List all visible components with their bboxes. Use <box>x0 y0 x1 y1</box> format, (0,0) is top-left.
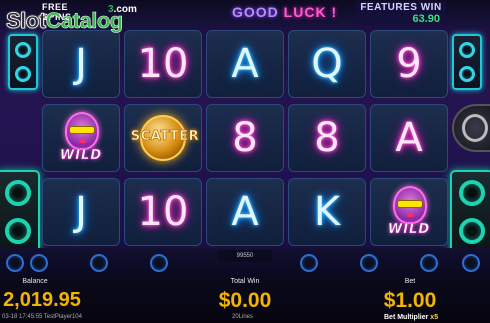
reel-cell: WILD <box>42 104 120 172</box>
speaker-right-bottom <box>450 170 490 258</box>
features-win-value: 63.90 <box>412 13 440 25</box>
speaker-right-top <box>452 34 482 90</box>
floor-light-icon <box>6 254 24 272</box>
slotcatalog-logo: SlotCatalog <box>6 8 124 34</box>
reel-cell: WILD <box>370 178 448 246</box>
good-luck-word1: GOOD <box>232 4 279 20</box>
good-luck-punct: ! <box>331 4 338 20</box>
reel-cell: 10 <box>124 30 202 98</box>
reel-symbol: J <box>75 41 87 87</box>
bet-multiplier: Bet Multiplier x5 <box>384 314 438 321</box>
bet-value[interactable]: $1.00 <box>360 289 460 313</box>
speaker-cone-icon <box>5 180 31 206</box>
reel-symbol: A <box>395 115 423 161</box>
speaker-cone-icon <box>459 218 485 244</box>
logo-badge-suffix: .com <box>113 4 137 15</box>
reel-symbol: J <box>75 189 87 235</box>
reel-cell: Q <box>288 30 366 98</box>
speaker-left-top <box>8 34 38 90</box>
reel-cell: J <box>42 30 120 98</box>
wild-symbol-label: WILD <box>387 222 431 238</box>
wild-dj-girl-icon: WILD <box>51 108 111 168</box>
scatter-disco-ball-icon: SCATTER <box>131 115 199 161</box>
reel-cell: 10 <box>124 178 202 246</box>
reel-symbol: 8 <box>232 115 258 161</box>
balance-value: 2,019.95 <box>3 289 81 311</box>
bet-multiplier-value: x5 <box>430 314 439 321</box>
reel-cell: 8 <box>206 104 284 172</box>
reel-symbol: 10 <box>137 41 189 87</box>
speaker-left-bottom <box>0 170 40 258</box>
floor-light-icon <box>420 254 438 272</box>
reel-cell: A <box>370 104 448 172</box>
wild-glasses-shape <box>397 200 423 208</box>
bet-multiplier-label: Bet Multiplier <box>384 314 429 321</box>
floor-light-icon <box>30 254 48 272</box>
reel-symbol: 9 <box>396 41 422 87</box>
speaker-cone-icon <box>459 180 485 206</box>
floor-light-icon <box>150 254 168 272</box>
speaker-cone-icon <box>459 42 475 58</box>
reel-symbol: K <box>313 189 341 235</box>
scatter-symbol-label: SCATTER <box>130 129 200 145</box>
reel-symbol: Q <box>311 41 343 87</box>
floor-light-icon <box>90 254 108 272</box>
features-win-panel: FEATURES WIN 63.90 <box>356 1 446 25</box>
reel-symbol: A <box>231 189 259 235</box>
reel-symbol: 10 <box>137 189 189 235</box>
wild-lip-shape <box>79 140 86 143</box>
reel-cell: A <box>206 30 284 98</box>
floor-light-icon <box>360 254 378 272</box>
balance-label: Balance <box>22 278 48 285</box>
total-win-value: $0.00 <box>218 289 272 312</box>
total-win-label: Total Win <box>230 278 260 285</box>
speaker-cone-icon <box>15 42 31 58</box>
speaker-cone-icon <box>5 218 31 244</box>
reel-cell: J <box>42 178 120 246</box>
reel-cell: K <box>288 178 366 246</box>
reel-cell: 8 <box>288 104 366 172</box>
wild-dj-girl-icon: WILD <box>379 182 439 242</box>
good-luck-banner: GOOD LUCK ! <box>232 4 337 20</box>
speaker-cone-icon <box>459 66 475 82</box>
reel-cell: 9 <box>370 30 448 98</box>
wild-glasses-shape <box>69 126 95 134</box>
reel-cell: A <box>206 178 284 246</box>
session-info: 03-18 17:45:55 TestPlayer104 <box>2 314 82 320</box>
bottom-panel: Balance 2,019.95 03-18 17:45:55 TestPlay… <box>0 276 490 323</box>
floor-light-icon <box>300 254 318 272</box>
wild-symbol-label: WILD <box>59 148 103 164</box>
wild-lip-shape <box>407 214 414 217</box>
reel-grid: J 10 A Q 9 WILD SCATTER 8 8 A J 10 A K WILD <box>38 26 450 250</box>
reel-symbol: A <box>231 41 259 87</box>
logo-badge: 3.com <box>108 4 137 15</box>
speaker-cone-icon <box>15 66 31 82</box>
lines-tag: 99550 <box>218 250 272 262</box>
features-win-label: FEATURES WIN <box>360 2 442 13</box>
spin-icon <box>462 114 488 142</box>
reel-cell: SCATTER <box>124 104 202 172</box>
spin-button[interactable] <box>452 104 490 152</box>
logo-part1: Slot <box>6 8 47 34</box>
floor-light-icon <box>462 254 480 272</box>
lines-count: 20Lines <box>232 314 254 320</box>
good-luck-word2: LUCK <box>283 4 327 20</box>
bet-label: Bet <box>404 278 416 285</box>
reel-symbol: 8 <box>314 115 340 161</box>
